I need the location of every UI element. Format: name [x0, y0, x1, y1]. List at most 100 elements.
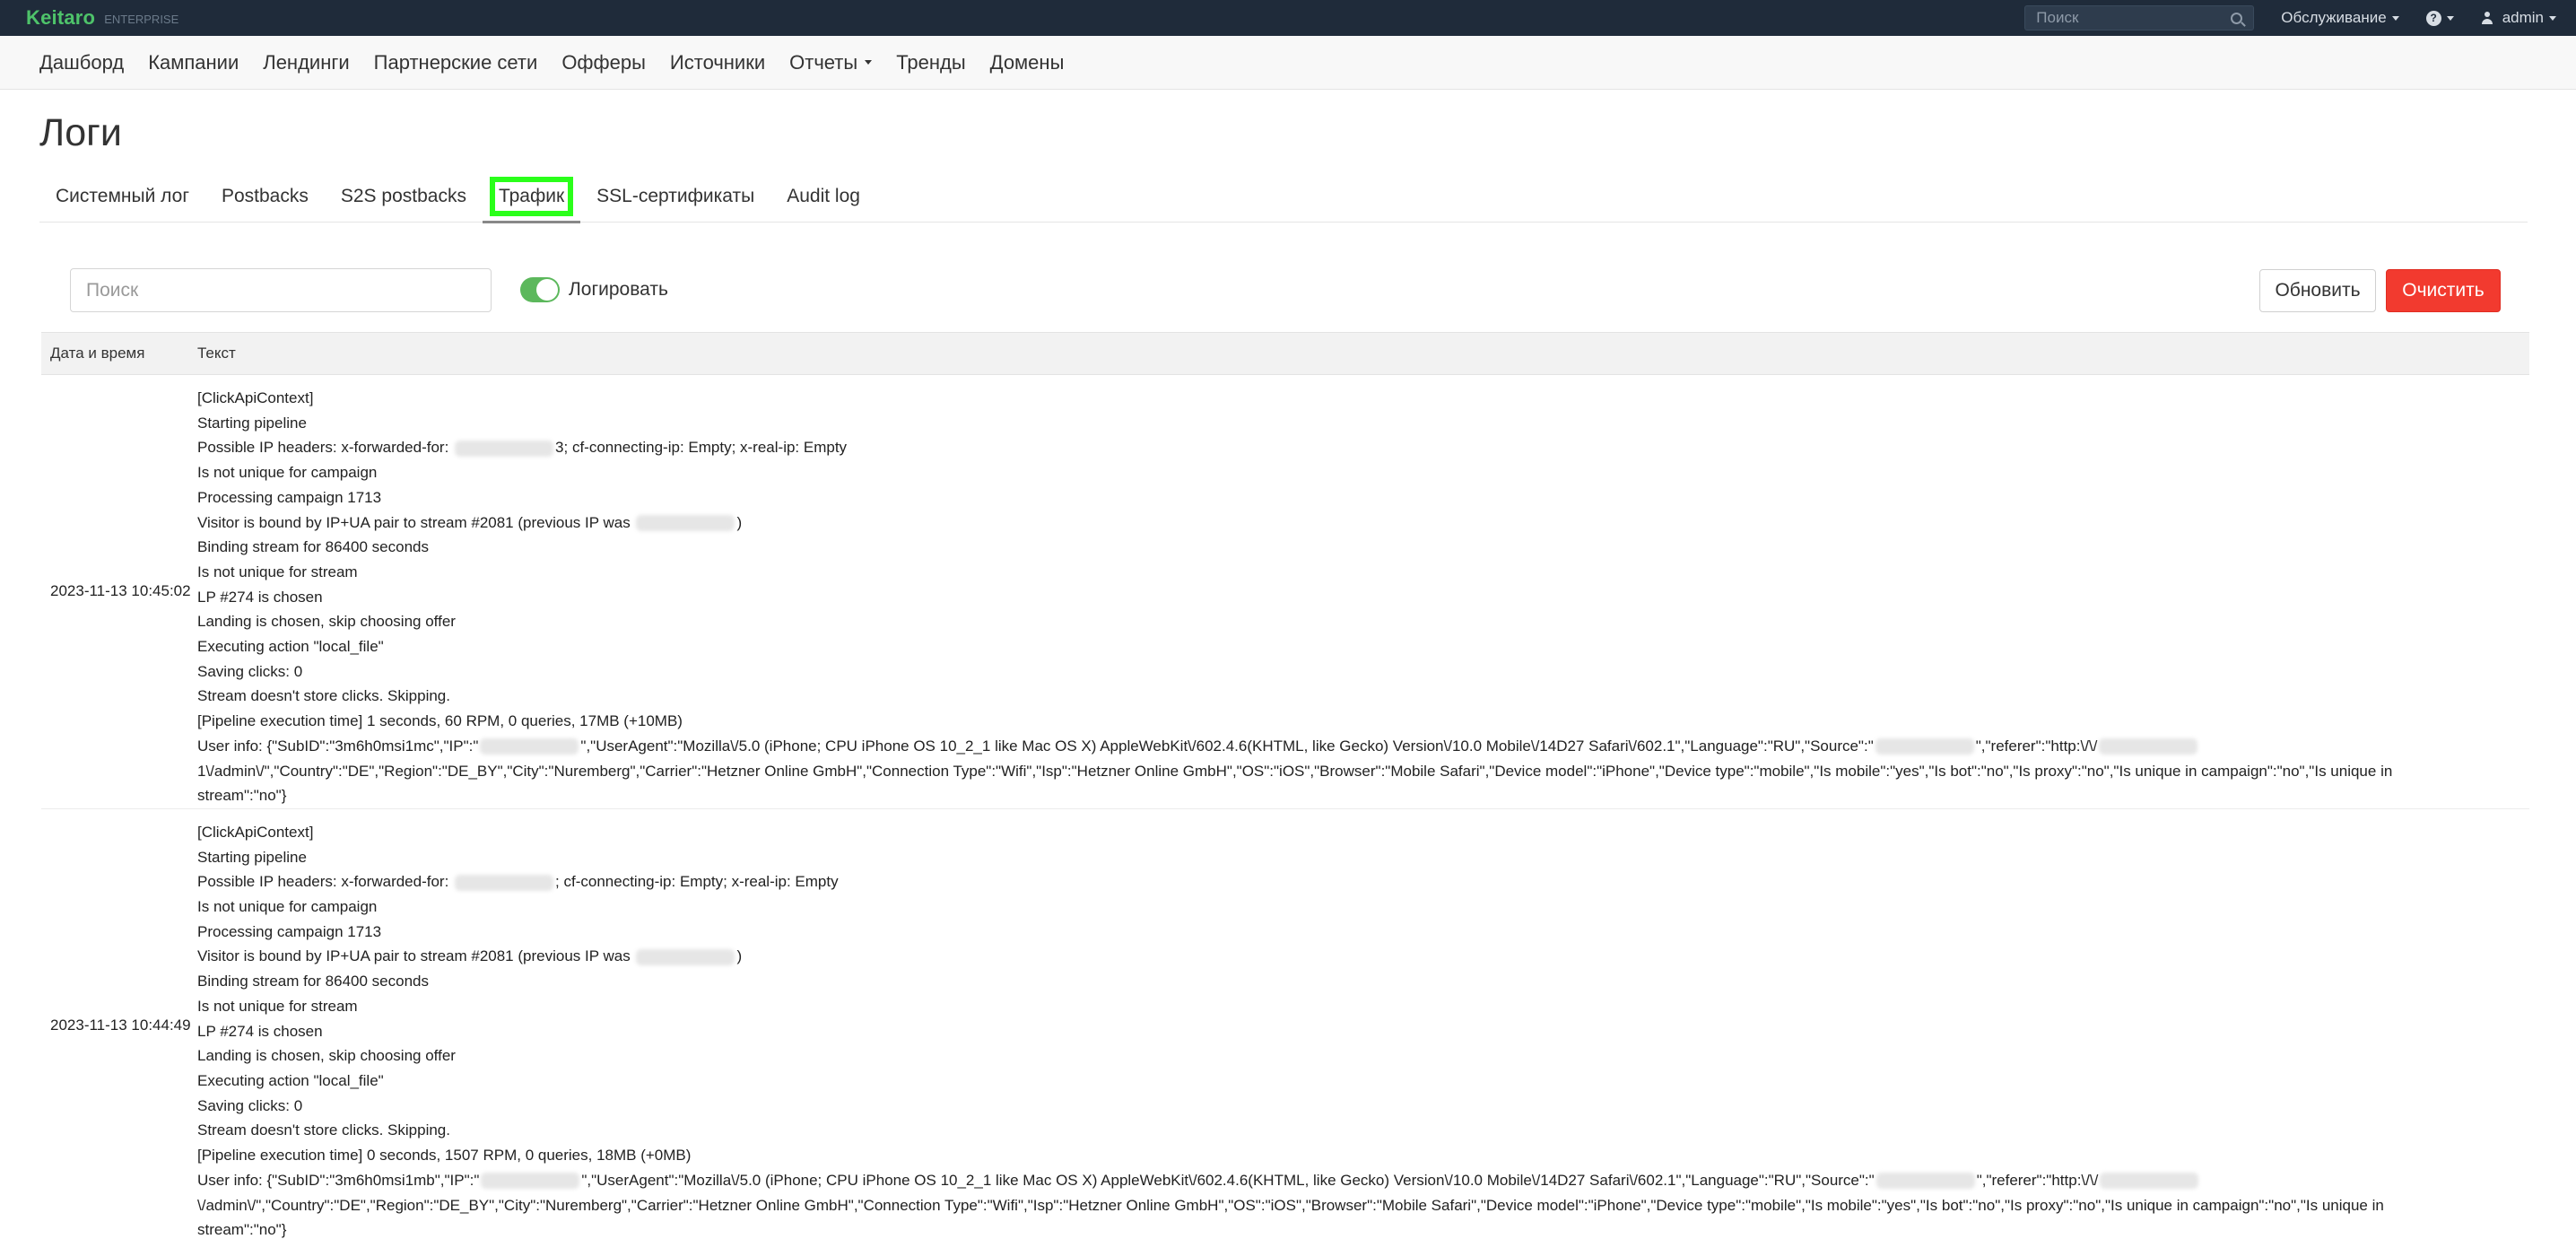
- log-date: 2023-11-13 10:44:49: [50, 1017, 191, 1034]
- log-line: Visitor is bound by IP+UA pair to stream…: [197, 944, 2422, 969]
- log-text: ","referer":"http:\/\/: [1976, 1171, 2099, 1189]
- chevron-down-icon: [2446, 15, 2454, 21]
- table-header: Дата и время Текст: [41, 332, 2529, 375]
- tab-audit-log[interactable]: Audit log: [770, 170, 876, 222]
- log-line: Possible IP headers: x-forwarded-for: 3;…: [197, 435, 2422, 460]
- nav-campaigns[interactable]: Кампании: [148, 51, 239, 74]
- log-line: Binding stream for 86400 seconds: [197, 538, 429, 556]
- refresh-button[interactable]: Обновить: [2259, 269, 2376, 312]
- log-text: User info: {"SubID":"3m6h0msi1mc","IP":": [197, 737, 479, 755]
- log-line: Is not unique for stream: [197, 563, 358, 580]
- chevron-down-icon: [865, 60, 873, 65]
- help-icon: ?: [2425, 10, 2441, 26]
- log-line: Landing is chosen, skip choosing offer: [197, 1047, 456, 1065]
- nav-reports-label: Отчеты: [789, 50, 858, 74]
- log-tabs: Системный лог Postbacks S2S postbacks Тр…: [39, 170, 2528, 223]
- log-line: Processing campaign 1713: [197, 488, 382, 506]
- tab-system-log[interactable]: Системный лог: [39, 170, 205, 222]
- tab-label: Системный лог: [56, 185, 189, 206]
- log-line: Executing action "local_file": [197, 1071, 384, 1089]
- user-name: admin: [2502, 9, 2544, 26]
- tab-label: Postbacks: [221, 185, 309, 206]
- log-text-cell: [ClickApiContext] Starting pipeline Possib…: [197, 809, 2529, 1239]
- log-line: Starting pipeline: [197, 848, 307, 866]
- table-row: 2023-11-13 10:45:02 [ClickApiContext] Star…: [41, 375, 2529, 809]
- log-search-input[interactable]: Поиск: [70, 268, 492, 312]
- log-text: Visitor is bound by IP+UA pair to stream…: [197, 513, 635, 531]
- log-line: Is not unique for campaign: [197, 898, 378, 916]
- log-line: Executing action "local_file": [197, 638, 384, 656]
- log-text-cell: [ClickApiContext] Starting pipeline Possib…: [197, 375, 2529, 808]
- nav-offers[interactable]: Офферы: [561, 51, 646, 74]
- redacted-value: [2099, 738, 2198, 755]
- user-menu[interactable]: admin: [2481, 9, 2556, 27]
- log-line: Landing is chosen, skip choosing offer: [197, 613, 456, 631]
- log-user-info: User info: {"SubID":"3m6h0msi1mc","IP":"…: [197, 734, 2422, 808]
- tab-label: SSL-сертификаты: [596, 185, 755, 206]
- column-date: Дата и время: [50, 345, 145, 362]
- log-line: [ClickApiContext]: [197, 389, 314, 406]
- log-line: Stream doesn't store clicks. Skipping.: [197, 687, 450, 705]
- log-line: Binding stream for 86400 seconds: [197, 973, 429, 990]
- log-date: 2023-11-13 10:45:02: [50, 582, 191, 600]
- toggle-label: Логировать: [569, 279, 668, 300]
- chevron-down-icon: [2391, 15, 2399, 21]
- traffic-log-table: Дата и время Текст 2023-11-13 10:45:02 [C…: [41, 332, 2529, 1239]
- nav-trends[interactable]: Тренды: [896, 51, 965, 74]
- redacted-value: [455, 440, 554, 457]
- toggle-switch[interactable]: [520, 277, 560, 302]
- log-line: [Pipeline execution time] 0 seconds, 150…: [197, 1147, 692, 1165]
- log-line: Saving clicks: 0: [197, 662, 303, 680]
- log-line: Visitor is bound by IP+UA pair to stream…: [197, 510, 2422, 536]
- log-line: LP #274 is chosen: [197, 588, 323, 606]
- log-text: ): [736, 947, 743, 965]
- global-search-placeholder: Поиск: [2036, 9, 2079, 26]
- service-menu-label: Обслуживание: [2281, 9, 2387, 26]
- edition-label: ENTERPRISE: [104, 13, 179, 26]
- log-text: ): [736, 513, 743, 531]
- tab-label: Audit log: [787, 185, 860, 206]
- chevron-down-icon: [2549, 15, 2556, 21]
- log-line: [Pipeline execution time] 1 seconds, 60 …: [197, 712, 683, 730]
- global-search-input[interactable]: Поиск: [2024, 5, 2255, 31]
- log-line: LP #274 is chosen: [197, 1022, 323, 1040]
- nav-dashboard[interactable]: Дашборд: [39, 51, 124, 74]
- redacted-value: [636, 948, 735, 965]
- table-body: 2023-11-13 10:45:02 [ClickApiContext] Star…: [41, 375, 2529, 1239]
- log-text: ; cf-connecting-ip: Empty; x-real-ip: Em…: [555, 873, 839, 891]
- clear-button[interactable]: Очистить: [2386, 269, 2501, 312]
- tab-ssl-certificates[interactable]: SSL-сертификаты: [580, 170, 770, 222]
- user-icon: [2481, 12, 2493, 24]
- top-bar: Keitaro ENTERPRISE Поиск Обслуживание ? …: [0, 0, 2576, 36]
- log-text: Possible IP headers: x-forwarded-for:: [197, 439, 454, 457]
- tab-postbacks[interactable]: Postbacks: [205, 170, 325, 222]
- nav-affiliate-networks[interactable]: Партнерские сети: [374, 51, 538, 74]
- log-text: Visitor is bound by IP+UA pair to stream…: [197, 947, 635, 965]
- tab-label: S2S postbacks: [340, 185, 466, 206]
- page-title: Логи: [39, 111, 122, 154]
- tab-traffic[interactable]: Трафик: [482, 170, 581, 223]
- log-text: ","UserAgent":"Mozilla\/5.0 (iPhone; CPU…: [580, 737, 1874, 755]
- redacted-value: [480, 738, 579, 755]
- log-text: 3; cf-connecting-ip: Empty; x-real-ip: E…: [555, 439, 848, 457]
- log-text: 1\/admin\/","Country":"DE","Region":"DE_…: [197, 762, 2393, 805]
- tab-s2s-postbacks[interactable]: S2S postbacks: [325, 170, 483, 222]
- redacted-value: [481, 1173, 580, 1190]
- redacted-value: [2100, 1173, 2199, 1190]
- log-line: Saving clicks: 0: [197, 1096, 303, 1114]
- log-line: Is not unique for stream: [197, 997, 358, 1015]
- logo[interactable]: Keitaro: [26, 6, 95, 30]
- nav-reports[interactable]: Отчеты: [789, 50, 873, 74]
- logging-toggle[interactable]: Логировать: [520, 277, 668, 302]
- service-menu[interactable]: Обслуживание: [2281, 9, 2399, 27]
- nav-domains[interactable]: Домены: [990, 51, 1065, 74]
- redacted-value: [636, 515, 735, 532]
- help-menu[interactable]: ?: [2425, 10, 2454, 26]
- log-text: Possible IP headers: x-forwarded-for:: [197, 873, 454, 891]
- log-line: Is not unique for campaign: [197, 464, 378, 482]
- log-line: Stream doesn't store clicks. Skipping.: [197, 1121, 450, 1139]
- search-icon[interactable]: [2231, 12, 2243, 24]
- nav-landings[interactable]: Лендинги: [263, 51, 349, 74]
- nav-sources[interactable]: Источники: [670, 51, 765, 74]
- log-line: Processing campaign 1713: [197, 922, 382, 940]
